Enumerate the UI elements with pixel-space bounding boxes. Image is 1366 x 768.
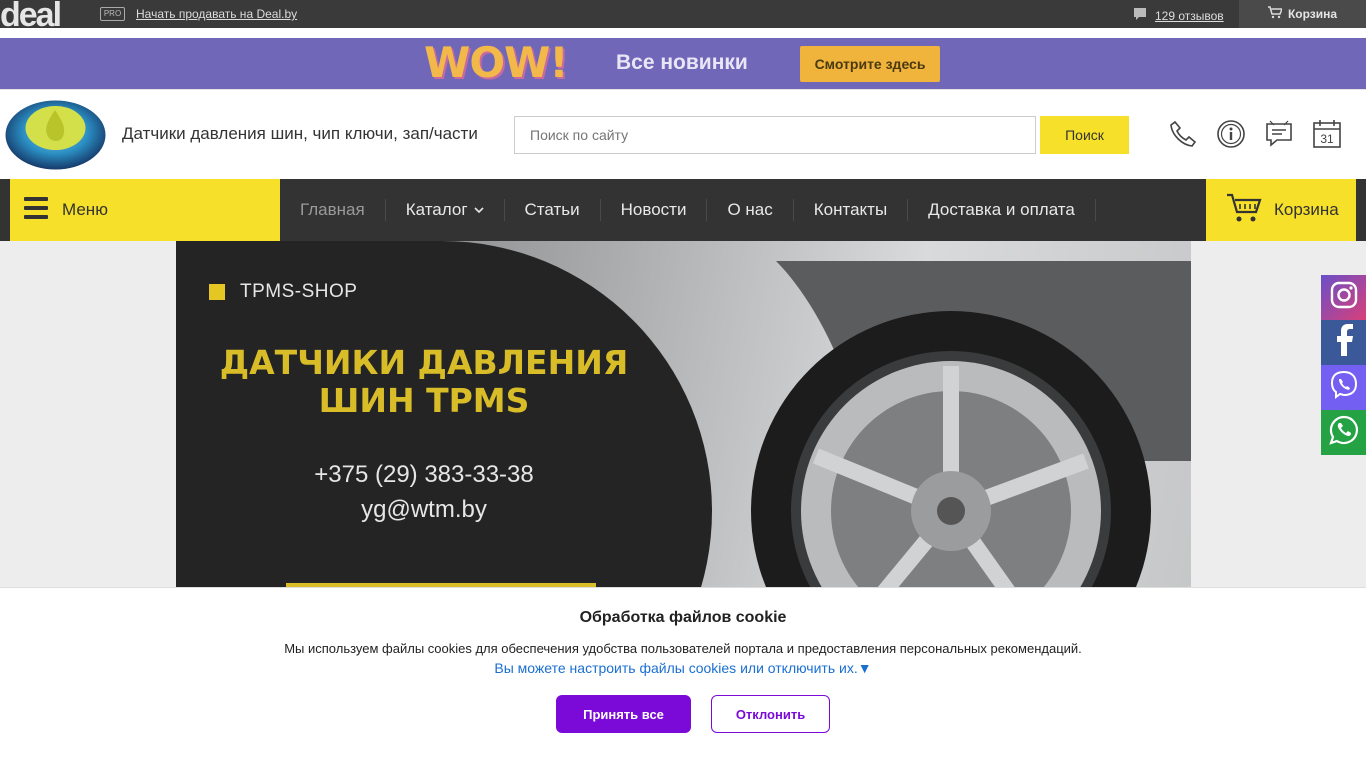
pro-badge: PRO — [100, 7, 125, 21]
deal-logo[interactable]: deal — [0, 0, 92, 28]
hero-banner[interactable]: TPMS-SHOP ДАТЧИКИ ДАВЛЕНИЯ ШИН TPMS +375… — [176, 241, 1191, 587]
cart-icon — [1267, 6, 1284, 22]
nav-item-delivery[interactable]: Доставка и оплата — [908, 199, 1096, 221]
viber-button[interactable] — [1321, 365, 1366, 410]
nav-item-articles[interactable]: Статьи — [505, 199, 601, 221]
banner-title: ДАТЧИКИ ДАВЛЕНИЯ ШИН TPMS — [219, 343, 629, 420]
cookie-settings-link[interactable]: Вы можете настроить файлы cookies или от… — [0, 660, 1366, 676]
search-button[interactable]: Поиск — [1040, 116, 1129, 154]
viber-icon — [1329, 370, 1359, 405]
banner-shop-name: TPMS-SHOP — [240, 281, 358, 302]
cookie-banner: Обработка файлов cookie Мы используем фа… — [0, 587, 1366, 768]
whatsapp-button[interactable] — [1321, 410, 1366, 455]
banner-email: yg@wtm.by — [361, 496, 487, 523]
nav-label: Доставка и оплата — [928, 200, 1075, 219]
wow-logo: WOW! — [424, 38, 569, 87]
nav-item-home[interactable]: Главная — [280, 199, 386, 221]
menu-button[interactable]: Меню — [10, 179, 280, 241]
start-selling-link[interactable]: Начать продавать на Deal.by — [136, 7, 297, 21]
nav-label: Статьи — [524, 200, 580, 219]
reviews: 129 отзывов — [1133, 7, 1224, 24]
comment-icon — [1133, 7, 1147, 24]
nav-item-news[interactable]: Новости — [601, 199, 708, 221]
whatsapp-icon — [1328, 414, 1360, 451]
accept-all-button[interactable]: Принять все — [556, 695, 691, 733]
promo-text: Все новинки — [616, 51, 748, 74]
car-wheel-image — [736, 261, 1191, 587]
nav-label: Главная — [300, 200, 365, 219]
chevron-down-icon — [473, 206, 484, 214]
site-title: Датчики давления шин, чип ключи, зап/час… — [122, 124, 478, 143]
nav-menu: Главная Каталог Статьи Новости О нас Кон… — [280, 179, 1096, 241]
cart-button[interactable]: Корзина — [1206, 179, 1356, 241]
promo-banner[interactable]: WOW! Все новинки Смотрите здесь — [0, 38, 1366, 89]
phone-icon[interactable] — [1167, 118, 1199, 150]
nav-label: Новости — [620, 200, 687, 219]
calendar-day: 31 — [1320, 132, 1334, 146]
info-icon[interactable] — [1215, 118, 1247, 150]
promo-button[interactable]: Смотрите здесь — [800, 46, 940, 82]
nav-label: Каталог — [405, 200, 468, 219]
top-cart-button[interactable]: Корзина — [1239, 0, 1366, 28]
banner-phone: +375 (29) 383-33-38 — [314, 461, 534, 488]
menu-label: Меню — [62, 200, 108, 219]
site-logo[interactable] — [5, 100, 106, 170]
nav-item-about[interactable]: О нас — [707, 199, 794, 221]
decline-button[interactable]: Отклонить — [711, 695, 830, 733]
instagram-button[interactable] — [1321, 275, 1366, 320]
cookie-title: Обработка файлов cookie — [579, 609, 787, 626]
nav-label: О нас — [727, 200, 773, 219]
facebook-button[interactable] — [1321, 320, 1366, 365]
facebook-icon — [1334, 324, 1354, 361]
calendar-icon[interactable]: 31 — [1311, 118, 1343, 150]
instagram-icon — [1330, 281, 1358, 314]
hero-section: TPMS-SHOP ДАТЧИКИ ДАВЛЕНИЯ ШИН TPMS +375… — [0, 241, 1366, 587]
cart-label: Корзина — [1274, 200, 1339, 219]
cookie-text: Мы используем файлы cookies для обеспече… — [284, 641, 1082, 656]
cart-icon — [1226, 192, 1262, 229]
nav-label: Контакты — [813, 200, 888, 219]
top-cart-label: Корзина — [1287, 7, 1338, 21]
brand-square — [209, 284, 225, 300]
site-header: Датчики давления шин, чип ключи, зап/час… — [0, 89, 1366, 179]
reviews-link[interactable]: 129 отзывов — [1155, 9, 1224, 23]
top-bar: deal PRO Начать продавать на Deal.by 129… — [0, 0, 1366, 28]
chat-icon[interactable] — [1263, 118, 1295, 150]
nav-item-contacts[interactable]: Контакты — [794, 199, 909, 221]
search-input[interactable] — [514, 116, 1036, 154]
main-navbar: Меню Главная Каталог Статьи Новости О на… — [0, 179, 1366, 241]
nav-item-catalog[interactable]: Каталог — [386, 199, 505, 221]
hamburger-icon — [24, 196, 48, 224]
